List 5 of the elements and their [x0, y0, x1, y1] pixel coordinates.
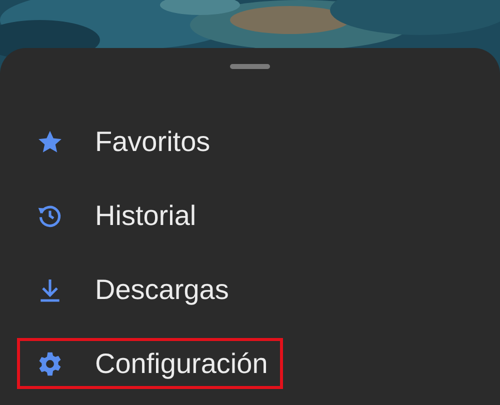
- menu-item[interactable]: Favoritos: [17, 116, 226, 167]
- menu-item[interactable]: Historial: [17, 190, 212, 241]
- menu-item[interactable]: Configuración: [17, 338, 283, 389]
- menu-item[interactable]: Descargas: [17, 264, 244, 315]
- drag-handle[interactable]: [230, 64, 270, 69]
